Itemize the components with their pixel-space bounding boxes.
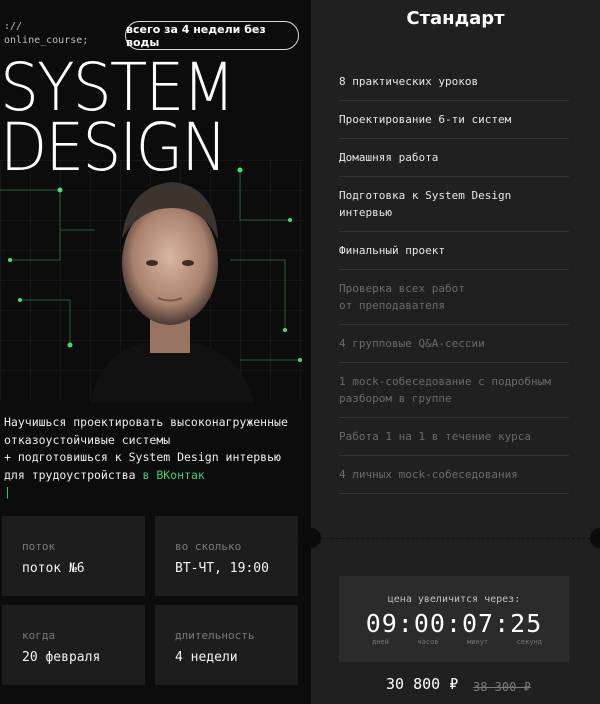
info-card-schedule: во сколько ВТ-ЧТ, 19:00 (155, 516, 298, 596)
card-label: когда (22, 629, 56, 642)
course-title: SYSTEM DESIGN (0, 55, 235, 181)
duration-pill: всего за 4 недели без воды (125, 21, 299, 50)
timer-caption: цена увеличится через: (387, 594, 521, 605)
prompt-line-2: online_course; (4, 35, 89, 46)
feature-item: Финальный проект (339, 232, 569, 270)
pricing-card: Стандарт 8 практических уроков Проектиро… (301, 0, 600, 704)
feature-item-disabled: 4 личных mock-собеседования (339, 456, 569, 494)
timer-units: дней часов минут секунд (372, 638, 542, 646)
card-value: ВТ-ЧТ, 19:00 (175, 561, 269, 576)
countdown-timer: цена увеличится через: 09:00:07:25 дней … (339, 576, 569, 662)
company-highlight: в ВКонтак (142, 467, 205, 482)
timer-unit-hours: часов (417, 638, 439, 646)
ticket-notch-left (301, 528, 321, 548)
text-caret: | (4, 485, 11, 499)
feature-item: 8 практических уроков (339, 63, 569, 101)
info-card-stream: поток поток №6 (2, 516, 145, 596)
timer-unit-days: дней (372, 638, 389, 646)
card-label: во сколько (175, 540, 242, 553)
prompt-line-1: :// (4, 21, 23, 32)
prompt-label: :// online_course; (4, 20, 88, 48)
course-description: Научишься проектировать высоконагруженны… (4, 414, 304, 502)
feature-item-disabled: Работа 1 на 1 в течение курса (339, 418, 569, 456)
current-price: 30 800 ₽ (386, 675, 459, 693)
ticket-separator (311, 538, 600, 544)
feature-item: Домашняя работа (339, 139, 569, 177)
card-label: поток (22, 540, 56, 553)
card-value: 4 недели (175, 650, 238, 665)
info-card-start-date: когда 20 февраля (2, 605, 145, 685)
card-label: длительность (175, 629, 255, 642)
feature-item-disabled: 1 mock-собеседование с подробным разборо… (339, 363, 569, 418)
feature-item-disabled: Проверка всех работ от преподавателя (339, 270, 569, 325)
course-hero: :// online_course; всего за 4 недели без… (0, 0, 305, 704)
card-value: поток №6 (22, 561, 85, 576)
info-card-duration: длительность 4 недели (155, 605, 298, 685)
feature-item: Проектирование 6-ти систем (339, 101, 569, 139)
feature-item-disabled: 4 групповые Q&A-сессии (339, 325, 569, 363)
ticket-notch-right (590, 528, 600, 548)
plan-title: Стандарт (406, 8, 505, 29)
instructor-portrait (90, 182, 255, 403)
card-value: 20 февраля (22, 650, 101, 665)
timer-unit-minutes: минут (467, 638, 489, 646)
feature-list: 8 практических уроков Проектирование 6-т… (339, 63, 569, 494)
feature-item: Подготовка к System Design интервью (339, 177, 569, 232)
old-price: 38 300 ₽ (473, 680, 531, 694)
timer-value: 09:00:07:25 (365, 609, 543, 638)
timer-unit-seconds: секунд (516, 638, 542, 646)
